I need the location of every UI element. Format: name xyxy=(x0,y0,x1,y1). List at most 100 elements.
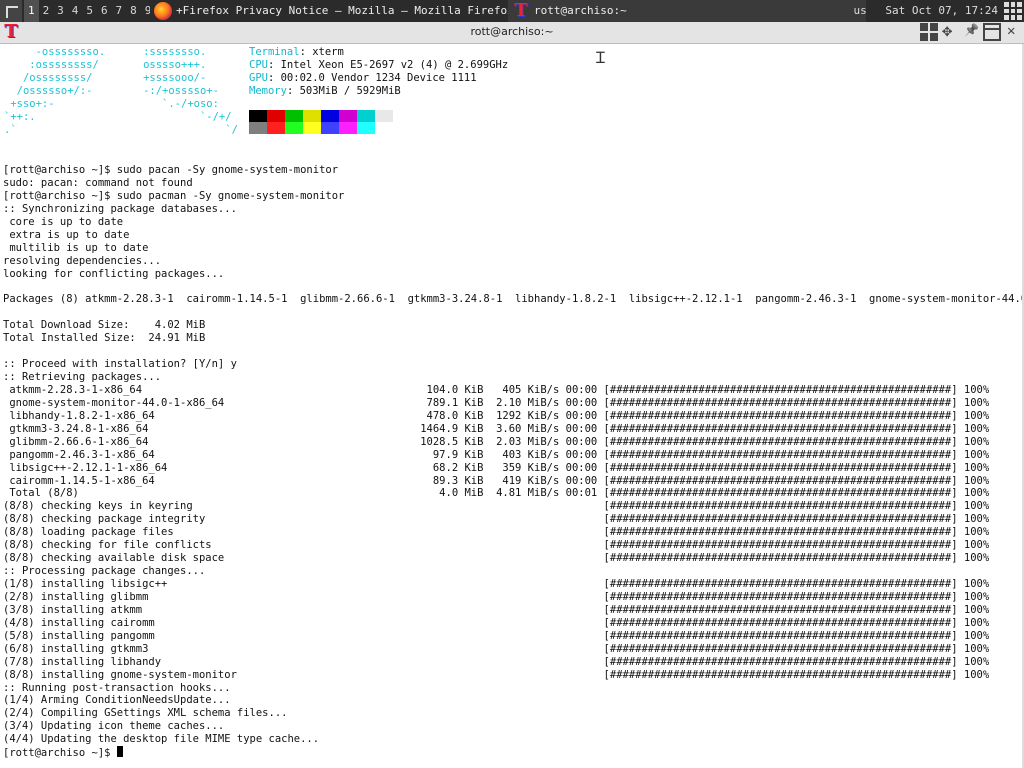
terminal-line: (3/4) Updating icon theme caches... xyxy=(3,720,225,733)
close-icon[interactable] xyxy=(1004,23,1022,41)
color-swatch xyxy=(303,122,321,134)
terminal-line: libhandy-1.8.2-1-x86_64 478.0 KiB 1292 K… xyxy=(3,409,990,422)
terminal-line: extra is up to date xyxy=(3,228,130,241)
terminal-line: (8/8) checking keys in keyring [########… xyxy=(3,500,990,513)
terminal-line: (1/8) installing libsigc++ [############… xyxy=(3,578,990,590)
terminal-output: [rott@archiso ~]$ sudo pacan -Sy gnome-s… xyxy=(3,164,1024,759)
workspace-5[interactable]: 5 xyxy=(82,0,97,22)
color-swatch xyxy=(339,110,357,122)
info-line: GPU: 00:02.0 Vendor 1234 Device 1111 xyxy=(249,72,508,85)
terminal-line: Total (8/8) 4.0 MiB 4.81 MiB/s 00:01 [##… xyxy=(3,487,990,500)
terminal-line: (1/4) Arming ConditionNeedsUpdate... xyxy=(3,694,231,707)
workspace-3[interactable]: 3 xyxy=(53,0,68,22)
workspace-4[interactable]: 4 xyxy=(68,0,83,22)
color-swatch xyxy=(321,122,339,134)
app-menu-button[interactable] xyxy=(0,0,22,22)
logo-line: `++:. `-/+/ xyxy=(4,110,232,123)
info-value: : 00:02.0 Vendor 1234 Device 1111 xyxy=(267,71,477,84)
neofetch-info: Terminal: xterm CPU: Intel Xeon E5-2697 v… xyxy=(249,46,508,98)
terminal-line: (7/8) installing libhandy [#############… xyxy=(3,655,990,668)
logo-line: +sso+:- `.-/+oso: xyxy=(4,97,219,110)
prompt-text: [rott@archiso ~]$ xyxy=(3,747,117,760)
info-line: Memory: 503MiB / 5929MiB xyxy=(249,85,508,98)
window-title: rott@archiso:~ xyxy=(470,25,554,38)
color-swatch xyxy=(375,122,393,134)
color-swatch xyxy=(303,110,321,122)
xterm-icon: T xyxy=(514,0,528,21)
info-key: Terminal xyxy=(249,46,300,58)
terminal-line: pangomm-2.46.3-1-x86_64 97.9 KiB 403 KiB… xyxy=(3,448,990,461)
terminal-line: gnome-system-monitor-44.0-1-x86_64 789.1… xyxy=(3,396,990,409)
workspace-7[interactable]: 7 xyxy=(112,0,127,22)
workspace-2[interactable]: 2 xyxy=(39,0,54,22)
terminal-line: glibmm-2.66.6-1-x86_64 1028.5 KiB 2.03 M… xyxy=(3,435,990,448)
workspace-1[interactable]: 1 xyxy=(24,0,39,22)
terminal-cursor xyxy=(116,746,123,758)
terminal-line: (8/8) loading package files [###########… xyxy=(3,526,990,539)
terminal-line: (5/8) installing pangomm [##############… xyxy=(3,629,990,642)
menu-icon xyxy=(6,6,18,18)
workspace-8[interactable]: 8 xyxy=(126,0,141,22)
logo-line: -ossssssso. :ssssssso. xyxy=(4,46,207,58)
color-swatch xyxy=(321,110,339,122)
terminal-line: multilib is up to date xyxy=(3,241,149,254)
terminal-line: cairomm-1.14.5-1-x86_64 89.3 KiB 419 KiB… xyxy=(3,474,990,487)
info-value: : xterm xyxy=(299,46,344,58)
clock[interactable]: Sat Oct 07, 17:24 xyxy=(885,4,998,17)
pin-icon[interactable] xyxy=(962,23,980,41)
neofetch-logo: -ossssssso. :ssssssso. :ossssssss/ ossss… xyxy=(4,46,238,137)
taskbar-item-firefox[interactable]: +Firefox Privacy Notice — Mozilla — Mozi… xyxy=(150,0,514,22)
terminal-line: core is up to date xyxy=(3,215,124,228)
taskbar-item-xterm[interactable]: T rott@archiso:~ xyxy=(508,0,866,22)
tile-icon[interactable] xyxy=(920,23,938,41)
terminal-prompt[interactable]: [rott@archiso ~]$ xyxy=(3,746,1023,759)
terminal-line: [rott@archiso ~]$ sudo pacman -Sy gnome-… xyxy=(3,189,345,202)
terminal-area[interactable]: -ossssssso. :ssssssso. :ossssssss/ ossss… xyxy=(0,44,1024,768)
workspace-6[interactable]: 6 xyxy=(97,0,112,22)
logo-line: .` `/ xyxy=(4,123,238,136)
info-key: GPU xyxy=(249,71,268,84)
terminal-line: Total Installed Size: 24.91 MiB xyxy=(3,332,206,345)
color-swatch xyxy=(357,122,375,134)
color-swatches xyxy=(249,110,393,134)
terminal-line: (4/8) installing cairomm [##############… xyxy=(3,616,990,629)
terminal-line: (4/4) Updating the desktop file MIME typ… xyxy=(3,733,320,746)
info-value: : 503MiB / 5929MiB xyxy=(286,84,401,97)
keyboard-layout-indicator[interactable]: us xyxy=(854,4,867,17)
window-controls xyxy=(920,21,1022,41)
apps-grid-icon[interactable] xyxy=(1004,2,1022,20)
taskbar-item-label: rott@archiso:~ xyxy=(534,4,627,17)
maximize-icon[interactable] xyxy=(983,23,1001,41)
terminal-line: (6/8) installing gtkmm3 [###############… xyxy=(3,642,990,655)
move-icon[interactable] xyxy=(941,21,959,41)
logo-line: /ossssso+/:- -:/+osssso+- xyxy=(4,84,219,97)
terminal-line: :: Synchronizing package databases... xyxy=(3,202,237,215)
window-titlebar[interactable]: T rott@archiso:~ xyxy=(0,21,1024,44)
info-line: Terminal: xterm xyxy=(249,46,508,59)
terminal-line: (8/8) installing gnome-system-monitor [#… xyxy=(3,668,990,681)
terminal-line: sudo: pacan: command not found xyxy=(3,176,193,189)
info-line: CPU: Intel Xeon E5-2697 v2 (4) @ 2.699GH… xyxy=(249,59,508,72)
workspace-switcher: 123456789 xyxy=(24,0,155,22)
color-swatch xyxy=(375,110,393,122)
terminal-line: (8/8) checking package integrity [######… xyxy=(3,513,990,526)
top-panel: 123456789 +Firefox Privacy Notice — Mozi… xyxy=(0,0,1024,22)
terminal-line: Total Download Size: 4.02 MiB xyxy=(3,319,206,332)
terminal-line: gtkmm3-3.24.8-1-x86_64 1464.9 KiB 3.60 M… xyxy=(3,422,990,435)
system-tray: us Sat Oct 07, 17:24 xyxy=(854,0,998,22)
terminal-line: (3/8) installing atkmm [################… xyxy=(3,603,990,616)
terminal-line: (8/8) checking for file conflicts [#####… xyxy=(3,539,990,552)
color-swatch xyxy=(267,110,285,122)
color-swatch xyxy=(285,110,303,122)
terminal-line: atkmm-2.28.3-1-x86_64 104.0 KiB 405 KiB/… xyxy=(3,383,990,396)
taskbar-item-label: +Firefox Privacy Notice — Mozilla — Mozi… xyxy=(176,4,514,17)
color-swatch xyxy=(339,122,357,134)
terminal-line: (8/8) checking available disk space [###… xyxy=(3,552,990,565)
color-swatch xyxy=(267,122,285,134)
logo-line: :ossssssss/ osssso+++. xyxy=(4,58,207,71)
terminal-line: Packages (8) atkmm-2.28.3-1 cairomm-1.14… xyxy=(3,293,1024,306)
terminal-line: (2/8) installing glibmm [###############… xyxy=(3,590,990,603)
terminal-line: (2/4) Compiling GSettings XML schema fil… xyxy=(3,707,288,720)
terminal-line: :: Processing package changes... xyxy=(3,565,206,578)
